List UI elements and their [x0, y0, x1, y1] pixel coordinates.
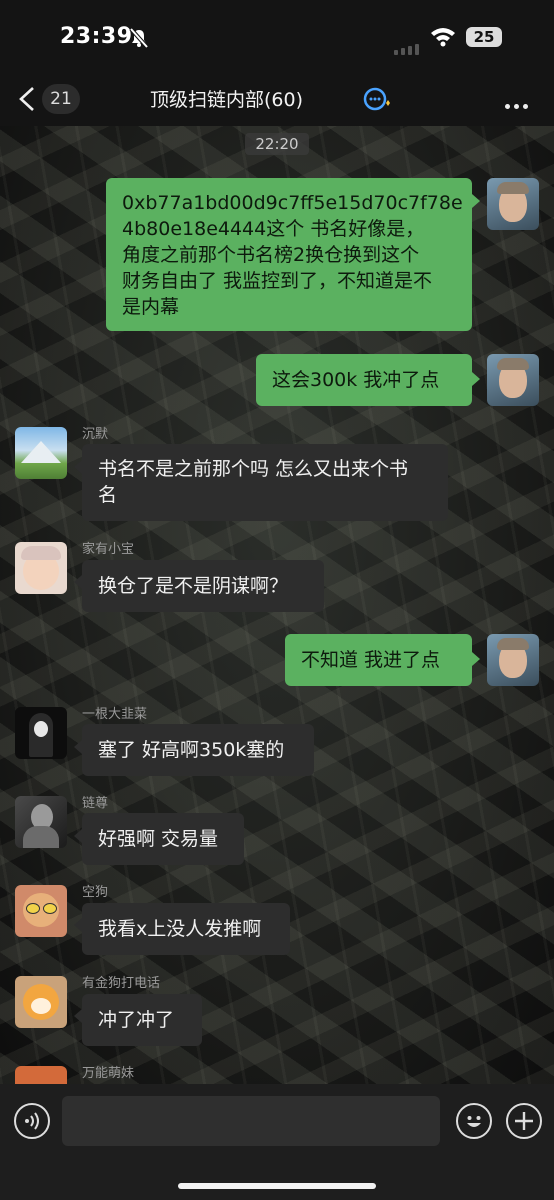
message-text-line: 是内幕	[122, 296, 180, 318]
home-indicator[interactable]	[178, 1183, 376, 1189]
mute-bell-icon	[129, 27, 149, 49]
bubble-tail	[472, 372, 480, 386]
avatar[interactable]	[487, 634, 539, 686]
avatar[interactable]	[15, 885, 67, 937]
bubble-tail	[472, 194, 480, 208]
avatar[interactable]	[487, 354, 539, 406]
message-text-line: 好强啊 交易量	[98, 828, 219, 850]
cell-signal-icon	[394, 36, 422, 55]
sender-nickname: 一根大韭菜	[82, 707, 148, 722]
message-text-line: 换仓了是不是阴谋啊？	[98, 575, 289, 597]
avatar[interactable]	[15, 976, 67, 1028]
message-bubble[interactable]: 书名不是之前那个吗 怎么又出来个书 名	[82, 444, 448, 521]
sender-nickname: 链尊	[82, 796, 109, 811]
message-bubble[interactable]: 0xb77a1bd00d9c7ff5e15d70c7f78e 4b80e18e4…	[106, 178, 472, 331]
bubble-tail	[74, 829, 82, 843]
bubble-tail	[472, 652, 480, 666]
back-chevron-icon[interactable]	[16, 86, 40, 112]
message-bubble[interactable]: 不知道 我进了点	[285, 634, 472, 686]
message-bubble[interactable]: 冲了冲了	[82, 994, 202, 1046]
message-bubble[interactable]: 塞了 好高啊350k塞的	[82, 724, 314, 776]
status-time: 23:39	[60, 24, 133, 49]
sender-nickname: 沉默	[82, 427, 109, 442]
page-title: 顶级扫链内部(60)	[150, 89, 304, 111]
avatar[interactable]	[15, 1066, 67, 1084]
message-text-line: 角度之前那个书名榜2换仓换到这个	[122, 244, 420, 266]
message-text-line: 0xb77a1bd00d9c7ff5e15d70c7f78e	[122, 192, 463, 214]
message-input[interactable]	[62, 1096, 440, 1146]
avatar[interactable]	[15, 542, 67, 594]
bubble-tail	[74, 575, 82, 589]
message-text-line: 4b80e18e4444这个 书名好像是，	[122, 218, 425, 240]
message-text-line: 书名不是之前那个吗 怎么又出来个书	[98, 458, 409, 480]
avatar[interactable]	[15, 427, 67, 479]
plus-icon	[515, 1112, 533, 1130]
smiley-icon	[467, 1116, 481, 1127]
more-options-button[interactable]	[505, 94, 533, 109]
message-bubble[interactable]: 这会300k 我冲了点	[256, 354, 472, 406]
message-text-line: 不知道 我进了点	[301, 649, 441, 671]
message-timestamp: 22:20	[245, 133, 309, 155]
status-bar: 23:39 25	[0, 0, 554, 74]
bubble-tail	[74, 740, 82, 754]
message-text-line: 财务自由了 我监控到了，不知道是不	[122, 270, 433, 292]
bubble-tail	[74, 1009, 82, 1023]
message-text-line: 这会300k 我冲了点	[272, 369, 440, 391]
bubble-tail	[74, 918, 82, 932]
avatar[interactable]	[487, 178, 539, 230]
ai-chat-bubble-icon[interactable]	[362, 87, 392, 113]
add-attachment-button[interactable]	[506, 1103, 542, 1139]
sender-nickname: 万能萌妹	[82, 1066, 135, 1081]
chat-header: 21 顶级扫链内部(60)	[0, 74, 554, 126]
message-text-line: 我看x上没人发推啊	[98, 918, 262, 940]
voice-input-button[interactable]	[14, 1103, 50, 1139]
voice-wave-icon	[25, 1112, 39, 1130]
battery-indicator: 25	[466, 27, 502, 47]
sender-nickname: 空狗	[82, 885, 109, 900]
message-bubble[interactable]: 好强啊 交易量	[82, 813, 244, 865]
message-text-line: 塞了 好高啊350k塞的	[98, 739, 285, 761]
bubble-tail	[74, 460, 82, 474]
message-bubble[interactable]: 我看x上没人发推啊	[82, 903, 290, 955]
message-bubble[interactable]: 换仓了是不是阴谋啊？	[82, 560, 324, 612]
avatar[interactable]	[15, 796, 67, 848]
sender-nickname: 有金狗打电话	[82, 976, 161, 991]
wifi-icon	[431, 28, 455, 47]
sender-nickname: 家有小宝	[82, 542, 135, 557]
emoji-button[interactable]	[456, 1103, 492, 1139]
avatar[interactable]	[15, 707, 67, 759]
unread-count-badge[interactable]: 21	[42, 84, 80, 114]
message-text-line: 名	[98, 484, 118, 506]
message-text-line: 冲了冲了	[98, 1009, 175, 1031]
